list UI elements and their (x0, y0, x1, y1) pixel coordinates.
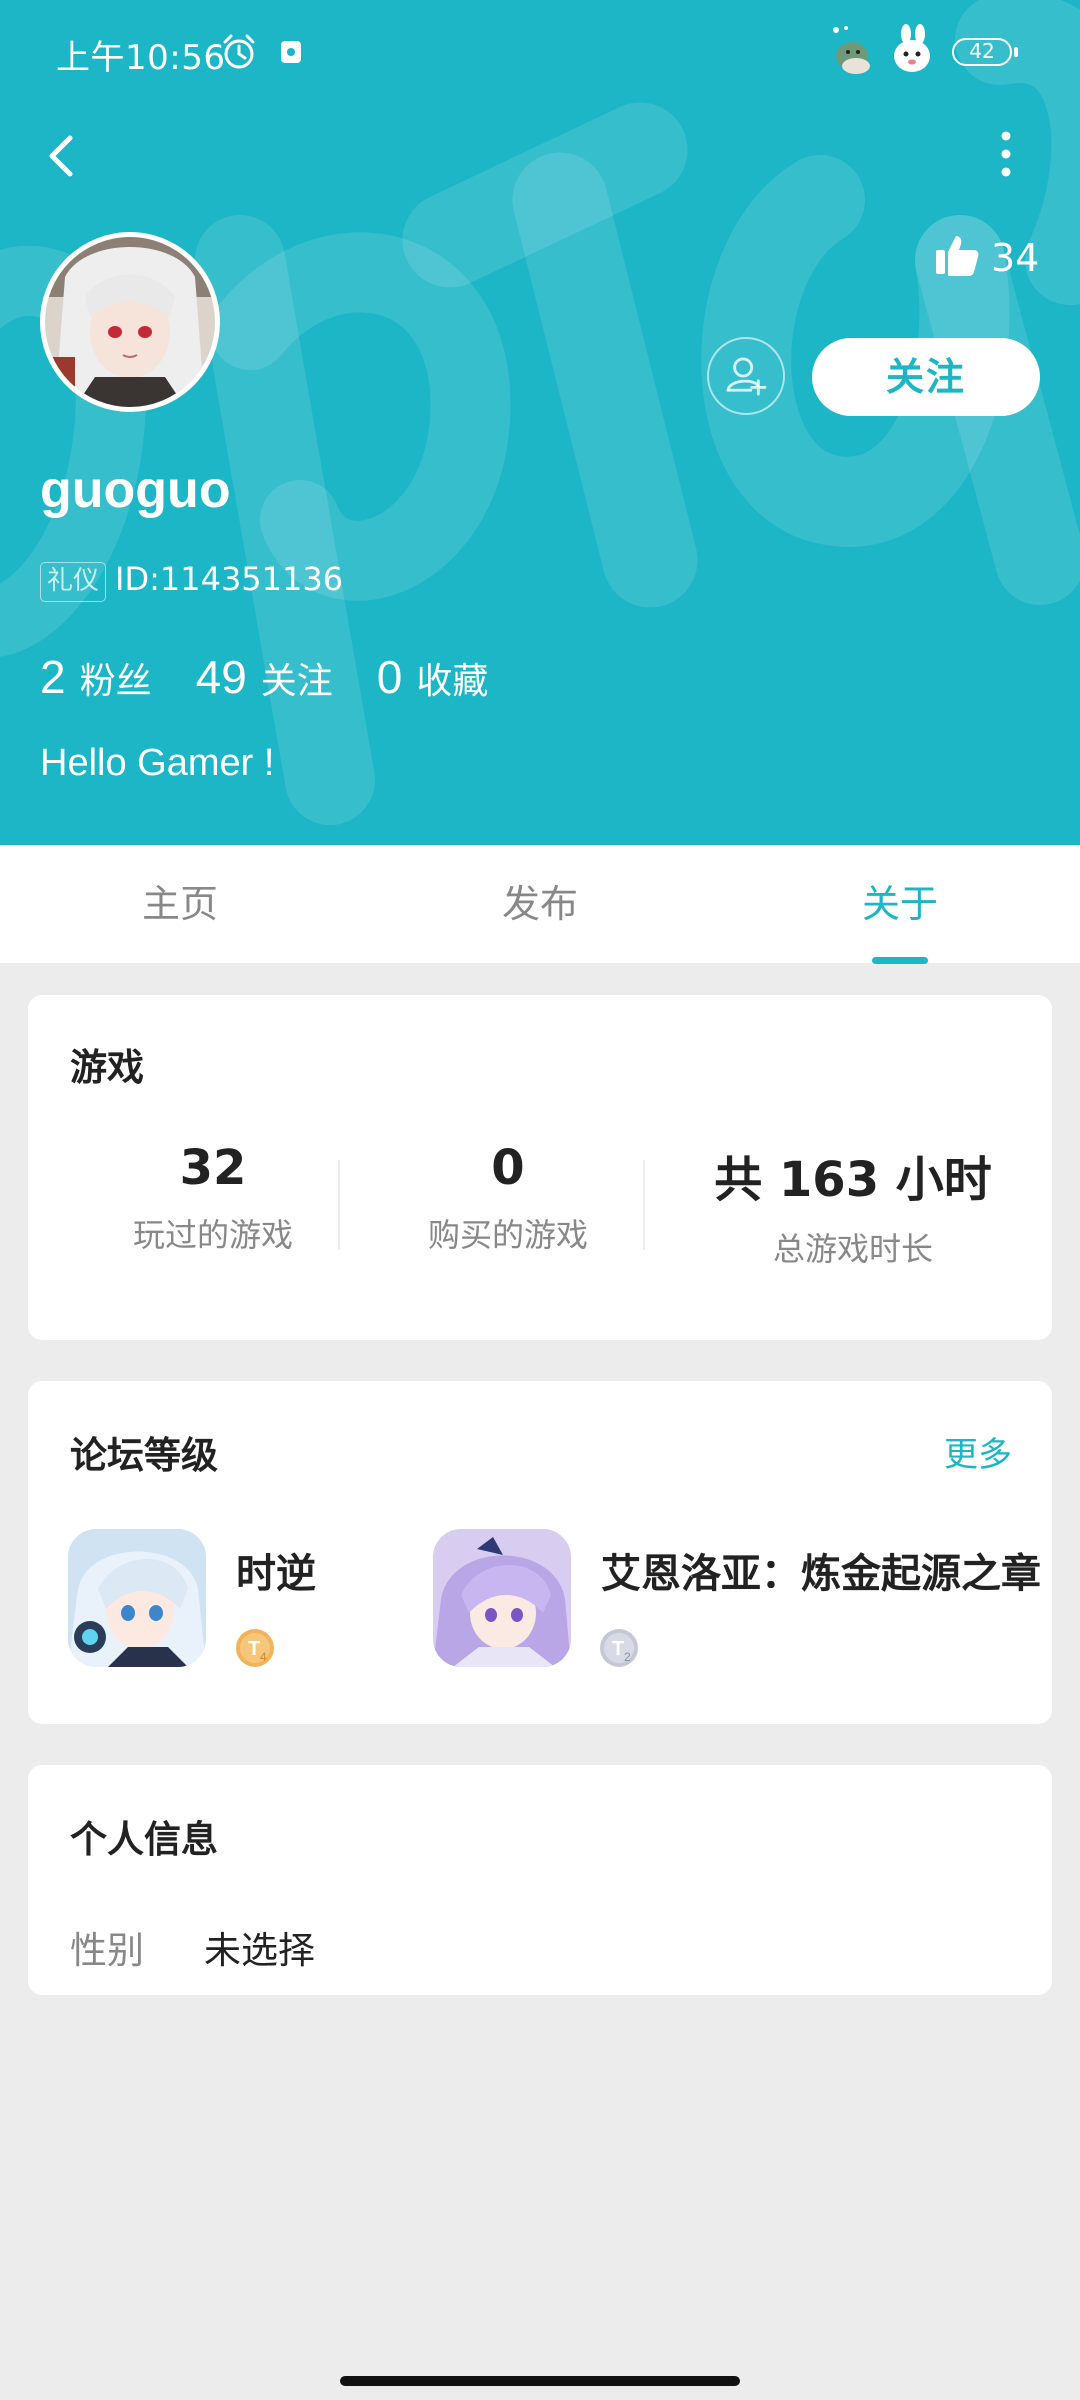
add-friend-button[interactable] (707, 337, 785, 415)
username: guoguo (40, 461, 231, 519)
forum-level-title: 论坛等级 (70, 1434, 218, 1477)
followers-label[interactable]: 粉丝 (80, 652, 152, 704)
gender-label: 性别 (70, 1929, 144, 1972)
total-playtime-label: 总游戏时长 (772, 1230, 933, 1268)
level-number: 2 (624, 1650, 631, 1664)
tab-home[interactable]: 主页 (0, 845, 360, 963)
games-card-title: 游戏 (70, 1046, 144, 1089)
user-bio: Hello Gamer ! (40, 742, 275, 784)
cactus-sticker-icon (833, 26, 870, 74)
profile-stats: 2 粉丝 49 关注 0 收藏 (40, 650, 532, 704)
home-indicator[interactable] (340, 2376, 740, 2386)
games-card: 游戏 32 玩过的游戏 0 购买的游戏 共 163 小时 总游戏时长 (28, 995, 1052, 1340)
following-label[interactable]: 关注 (261, 652, 333, 704)
svg-text:T: T (612, 1638, 624, 1660)
battery-indicator: 42 (952, 38, 1018, 66)
games-purchased-stat[interactable]: 0 购买的游戏 (373, 1140, 643, 1256)
like-count: 34 (991, 236, 1040, 280)
notification-icon (281, 41, 301, 63)
level-badge-icon: T 4 (236, 1629, 274, 1667)
status-bar: 上午10:56 42 (0, 0, 1080, 100)
etiquette-badge[interactable]: 礼仪 (40, 562, 107, 602)
avatar[interactable] (40, 232, 220, 412)
favorites-count[interactable]: 0 (377, 650, 403, 704)
personal-info-title: 个人信息 (70, 1818, 218, 1861)
followers-count[interactable]: 2 (40, 650, 66, 704)
level-badge-icon: T 2 (600, 1629, 638, 1667)
following-count[interactable]: 49 (196, 650, 247, 704)
games-purchased-label: 购买的游戏 (427, 1216, 588, 1254)
game-icon-aienluoya-image (433, 1529, 571, 1667)
game-name-aienluoya[interactable]: 艾恩洛亚：炼金起源之章 (601, 1541, 1041, 1599)
divider (643, 1160, 645, 1250)
alarm-clock-icon (223, 34, 255, 69)
watermark-logo (0, 0, 1080, 825)
games-played-stat[interactable]: 32 玩过的游戏 (78, 1140, 348, 1256)
back-arrow-icon[interactable] (34, 124, 90, 188)
follow-button[interactable]: 关注 (812, 338, 1040, 416)
profile-tabs: 主页 发布 关于 (0, 845, 1080, 964)
tab-posts[interactable]: 发布 (360, 845, 720, 963)
bunny-sticker-icon (894, 24, 930, 72)
gender-value: 未选择 (204, 1929, 315, 1972)
personal-info-card: 个人信息 性别 未选择 (28, 1765, 1052, 1995)
total-playtime-stat[interactable]: 共 163 小时 总游戏时长 (688, 1140, 1018, 1270)
total-playtime-value: 共 163 小时 (714, 1152, 992, 1208)
level-number: 4 (260, 1650, 267, 1664)
more-options-icon[interactable] (984, 126, 1028, 182)
favorites-label[interactable]: 收藏 (416, 652, 488, 704)
game-icon-shini[interactable] (68, 1529, 206, 1667)
profile-header: 上午10:56 42 34 关注 guoguo 礼仪 ID:114351136 … (0, 0, 1080, 845)
divider (338, 1160, 340, 1250)
tab-about[interactable]: 关于 (720, 845, 1080, 963)
avatar-image (45, 237, 215, 407)
status-time: 上午10:56 (56, 38, 226, 78)
svg-text:T: T (248, 1638, 260, 1660)
game-icon-shini-image (68, 1529, 206, 1667)
games-played-count: 32 (179, 1140, 247, 1196)
thumbs-up-icon[interactable] (934, 232, 980, 278)
more-link[interactable]: 更多 (944, 1427, 1012, 1476)
forum-level-card: 论坛等级 更多 时逆 T 4 艾恩洛亚：炼金起源之章 T 2 (28, 1381, 1052, 1724)
user-id: ID:114351136 (115, 560, 344, 598)
games-played-label: 玩过的游戏 (132, 1216, 293, 1254)
active-tab-indicator (872, 957, 928, 964)
games-purchased-count: 0 (491, 1140, 525, 1196)
game-icon-aienluoya[interactable] (433, 1529, 571, 1667)
game-name-shini[interactable]: 时逆 (236, 1541, 316, 1599)
